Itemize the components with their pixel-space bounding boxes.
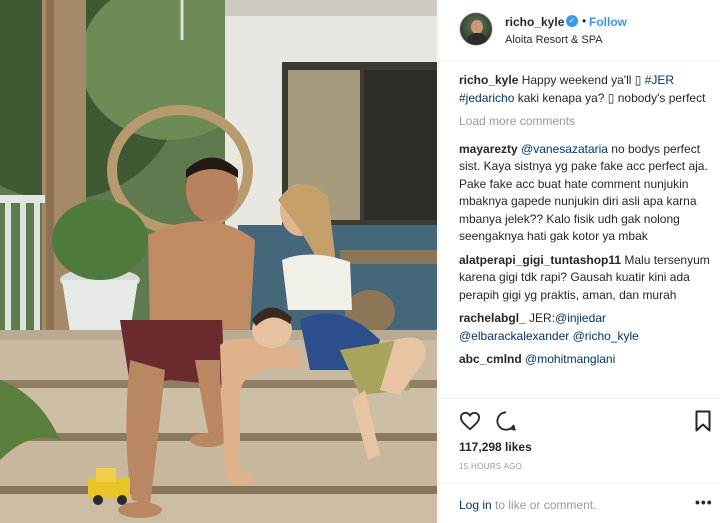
- post-photo[interactable]: [0, 0, 437, 523]
- bookmark-icon[interactable]: [695, 410, 711, 432]
- caption-text-3: nobody's perfect: [614, 90, 706, 105]
- likes-count[interactable]: 117,298 likes: [459, 440, 532, 454]
- caption-text: Happy weekend ya'll: [518, 73, 635, 87]
- comment-item: rachelabgl_ JER:@injiedar @elbarackalexa…: [459, 310, 711, 345]
- header-separator: •: [582, 14, 587, 28]
- comment-username[interactable]: abc_cmlnd: [459, 352, 522, 366]
- post-header: richo_kyle ✓ • Follow Aloita Resort & SP…: [439, 0, 720, 61]
- family-on-porch-photo: [0, 0, 437, 523]
- caption-username[interactable]: richo_kyle: [459, 73, 518, 87]
- post-details-panel: richo_kyle ✓ • Follow Aloita Resort & SP…: [438, 0, 720, 523]
- more-options-icon[interactable]: •••: [695, 494, 713, 510]
- comment-item: alatperapi_gigi_tuntashop11 Malu terseny…: [459, 252, 711, 305]
- comment-mention[interactable]: @injiedar: [555, 311, 606, 325]
- comment-item: abc_cmlnd @mohitmanglani: [459, 351, 711, 369]
- avatar-face: [471, 20, 483, 34]
- hashtag-jedaricho[interactable]: #jedaricho: [459, 91, 514, 105]
- heart-icon[interactable]: [459, 411, 481, 431]
- login-footer: Log in to like or comment. •••: [439, 483, 720, 523]
- comment-username[interactable]: alatperapi_gigi_tuntashop11: [459, 253, 621, 267]
- comment-mention[interactable]: @vanesazataria: [521, 142, 608, 156]
- login-prompt-text: to like or comment.: [491, 498, 597, 512]
- comment-mention[interactable]: @mohitmanglani: [525, 352, 615, 366]
- instagram-post-view: richo_kyle ✓ • Follow Aloita Resort & SP…: [0, 0, 720, 523]
- post-author-username[interactable]: richo_kyle: [505, 15, 564, 29]
- post-caption: richo_kyle Happy weekend ya'll ▯ #JER #j…: [459, 72, 711, 107]
- comment-mention[interactable]: @richo_kyle: [573, 329, 639, 343]
- post-timestamp[interactable]: 15 HOURS AGO: [459, 462, 522, 471]
- comment-mention[interactable]: @elbarackalexander: [459, 329, 569, 343]
- login-prompt: Log in to like or comment.: [459, 498, 596, 512]
- comment-username[interactable]: rachelabgl_: [459, 311, 526, 325]
- comment-text: no bodys perfect sist. Kaya sistnya yg p…: [459, 141, 708, 244]
- load-more-comments-link[interactable]: Load more comments: [459, 113, 711, 131]
- verified-badge-icon: ✓: [566, 15, 578, 27]
- avatar[interactable]: [459, 12, 493, 46]
- hashtag-jer[interactable]: #JER: [645, 73, 674, 87]
- login-link[interactable]: Log in: [459, 498, 492, 512]
- comment-icon[interactable]: [495, 410, 517, 432]
- emoji-glyph-1: ▯: [634, 73, 642, 87]
- comment-username[interactable]: mayarezty: [459, 142, 518, 156]
- comment-text: JER:: [525, 311, 556, 325]
- caption-text-2: kaki kenapa ya?: [514, 90, 608, 105]
- comments-list: richo_kyle Happy weekend ya'll ▯ #JER #j…: [459, 72, 711, 375]
- comment-item: mayarezty @vanesazataria no bodys perfec…: [459, 141, 711, 246]
- avatar-body: [466, 33, 488, 45]
- follow-button[interactable]: Follow: [589, 15, 627, 29]
- post-location[interactable]: Aloita Resort & SPA: [505, 34, 603, 46]
